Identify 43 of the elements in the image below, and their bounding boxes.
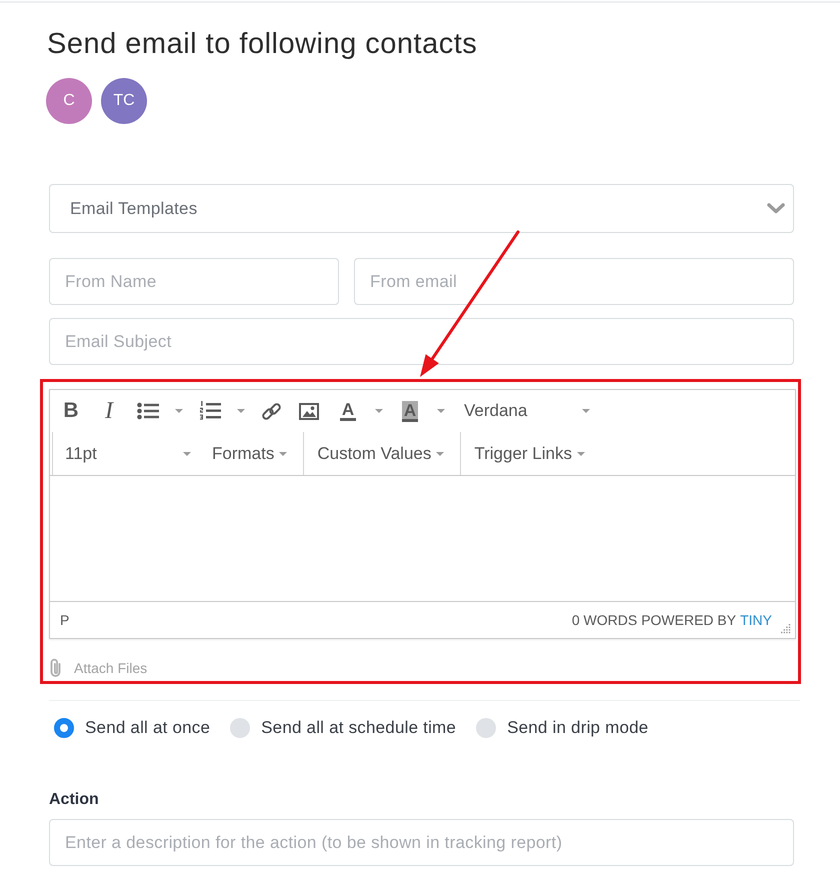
contact-avatar: C [46, 78, 92, 124]
send-mode-option[interactable]: Send all at once [54, 718, 210, 738]
resize-handle-icon[interactable] [781, 624, 791, 634]
paperclip-icon [49, 658, 62, 678]
numbered-list-icon [199, 401, 221, 421]
caret-icon [175, 409, 183, 413]
bullet-list-icon [137, 402, 159, 420]
send-mode-option[interactable]: Send all at schedule time [230, 718, 456, 738]
caret-icon [437, 409, 445, 413]
from-email-field[interactable]: From email [354, 258, 794, 305]
menu-button[interactable]: Trigger Links [461, 432, 601, 475]
link-icon [260, 400, 282, 422]
dropdown-select[interactable]: 11pt [53, 432, 199, 475]
text-color-button[interactable]: A [328, 390, 368, 432]
italic-button[interactable]: I [90, 390, 128, 432]
email-templates-select[interactable]: Email Templates [49, 184, 794, 233]
caret-icon [237, 409, 245, 413]
action-label: Action [49, 790, 99, 810]
powered-by-text: POWERED BY [641, 612, 736, 628]
from-name-field[interactable]: From Name [49, 258, 339, 305]
radio-button[interactable] [54, 718, 74, 738]
email-subject-field[interactable]: Email Subject [49, 318, 794, 365]
page-title: Send email to following contacts [47, 27, 478, 62]
caret-icon [279, 452, 288, 456]
radio-button[interactable] [476, 718, 496, 738]
menu-button[interactable]: Formats [199, 432, 304, 475]
image-icon [299, 402, 319, 420]
word-count: 0 WORDS [572, 612, 638, 628]
brand-link[interactable]: TINY [740, 612, 772, 628]
radio-button[interactable] [230, 718, 250, 738]
caret-icon [577, 452, 585, 456]
dropdown-select[interactable]: Verdana [452, 390, 598, 432]
caret-icon [183, 452, 191, 456]
contact-avatar: TC [101, 78, 147, 124]
caret-icon [582, 409, 590, 413]
chevron-down-icon [767, 203, 785, 214]
send-mode-option[interactable]: Send in drip mode [476, 718, 648, 738]
menu-button[interactable]: Custom Values [304, 432, 460, 475]
element-path[interactable]: P [60, 612, 70, 628]
bold-button[interactable]: B [52, 390, 90, 432]
caret-icon [436, 452, 444, 456]
caret-icon [375, 409, 383, 413]
action-description-field[interactable]: Enter a description for the action (to be shown in tracking report) [49, 819, 794, 866]
